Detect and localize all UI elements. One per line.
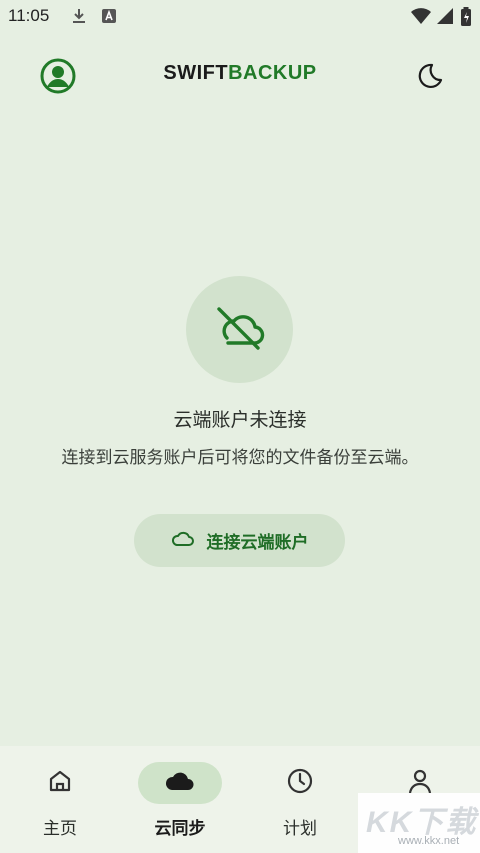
app-title: SWIFTBACKUP [0, 62, 480, 85]
battery-icon [460, 7, 472, 31]
moon-icon [412, 63, 444, 96]
nav-item-cloud-sync[interactable]: 云同步 [120, 746, 240, 853]
theme-toggle-button[interactable] [412, 60, 444, 92]
empty-state-description: 连接到云服务账户后可将您的文件备份至云端。 [61, 448, 419, 468]
connect-cloud-account-button[interactable]: 连接云端账户 [134, 514, 345, 567]
connect-button-label: 连接云端账户 [206, 533, 309, 553]
app-title-part1: SWIFT [163, 62, 229, 84]
cloud-icon [171, 529, 195, 552]
nav-label-cloud-sync: 云同步 [154, 819, 206, 839]
clock-icon [286, 767, 314, 799]
app-title-part2: BACKUP [228, 62, 317, 84]
download-icon [71, 7, 87, 29]
watermark-url: www.kkx.net [398, 835, 460, 847]
watermark: KK下载 www.kkx.net [358, 793, 480, 853]
nav-label-home: 主页 [43, 819, 77, 839]
nav-item-home[interactable]: 主页 [0, 746, 120, 853]
wifi-icon [410, 7, 432, 29]
nav-label-schedule: 计划 [283, 819, 317, 839]
status-time: 11:05 [8, 6, 50, 25]
top-app-bar: SWIFTBACKUP [0, 46, 480, 104]
cloud-off-illustration [186, 276, 293, 383]
home-icon [47, 768, 73, 798]
status-bar: 11:05 [0, 0, 480, 34]
cloud-off-icon [214, 305, 266, 355]
cloud-icon [165, 770, 195, 796]
nav-item-schedule[interactable]: 计划 [240, 746, 360, 853]
text-a-icon [101, 7, 117, 29]
signal-icon [436, 7, 454, 29]
empty-state-title: 云端账户未连接 [173, 409, 307, 431]
